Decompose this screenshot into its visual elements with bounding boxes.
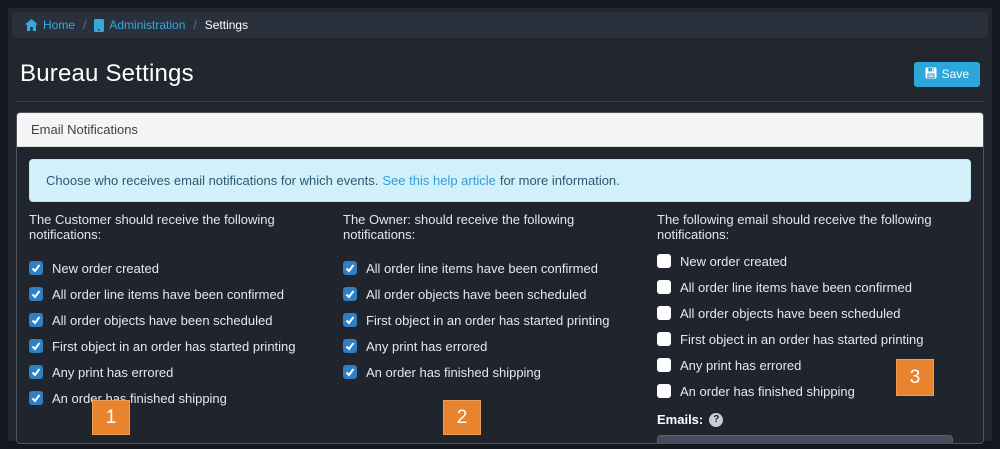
owner-checkbox-item[interactable]: An order has finished shipping (343, 359, 639, 385)
save-button-label: Save (941, 67, 969, 81)
page: Home / Administration / Settings Bureau … (0, 0, 1000, 449)
email-checkbox-item[interactable]: All order objects have been scheduled (657, 300, 953, 326)
breadcrumb: Home / Administration / Settings (12, 12, 988, 38)
checkbox-label: All order line items have been confirmed (52, 286, 284, 302)
owner-checkbox-item[interactable]: Any print has errored (343, 333, 639, 359)
title-row: Bureau Settings Save (20, 58, 980, 90)
panel-header: Email Notifications (17, 113, 983, 147)
email-notifications-column: The following email should receive the f… (657, 212, 971, 443)
checkbox-label: All order line items have been confirmed (366, 260, 598, 276)
checkbox-label: First object in an order has started pri… (52, 338, 296, 354)
panel-body: Choose who receives email notifications … (17, 147, 983, 443)
breadcrumb-home-label: Home (43, 18, 76, 32)
email-checkbox-item[interactable]: First object in an order has started pri… (657, 326, 953, 352)
help-icon[interactable]: ? (709, 412, 724, 427)
help-article-link[interactable]: See this help article (382, 173, 495, 188)
breadcrumb-administration-link[interactable]: Administration (94, 18, 185, 32)
checkbox-label: An order has finished shipping (366, 364, 541, 380)
checkbox[interactable] (657, 384, 671, 398)
home-icon (25, 19, 38, 31)
checkbox[interactable] (29, 391, 43, 405)
breadcrumb-separator: / (83, 18, 87, 32)
page-title: Bureau Settings (20, 60, 194, 87)
breadcrumb-home-link[interactable]: Home (25, 18, 75, 32)
checkbox-label: An order has finished shipping (680, 383, 855, 399)
checkbox[interactable] (29, 313, 43, 327)
checkbox[interactable] (343, 365, 357, 379)
email-column-header: The following email should receive the f… (657, 212, 932, 242)
email-checkbox-item[interactable]: New order created (657, 248, 953, 274)
divider (16, 101, 984, 102)
notification-columns: The Customer should receive the followin… (29, 212, 971, 443)
checkbox-label: An order has finished shipping (52, 390, 227, 406)
customer-checkbox-item[interactable]: An order has finished shipping (29, 385, 325, 411)
checkbox-label: All order objects have been scheduled (366, 286, 587, 302)
checkbox-label: All order objects have been scheduled (680, 305, 901, 321)
checkbox-label: Any print has errored (52, 364, 174, 380)
emails-input[interactable] (657, 435, 953, 443)
checkbox-label: All order objects have been scheduled (52, 312, 273, 328)
checkbox-label: New order created (52, 260, 159, 276)
annotation-badge-3: 3 (896, 359, 934, 396)
checkbox-label: New order created (680, 253, 787, 269)
annotation-badge-2: 2 (443, 400, 481, 435)
annotation-badge-1: 1 (92, 400, 130, 435)
checkbox[interactable] (29, 339, 43, 353)
checkbox-label: Any print has errored (366, 338, 488, 354)
save-icon (925, 67, 937, 82)
owner-checkbox-item[interactable]: First object in an order has started pri… (343, 307, 639, 333)
customer-checkbox-item[interactable]: Any print has errored (29, 359, 325, 385)
emails-label-row: Emails: ? (657, 412, 953, 427)
breadcrumb-administration-label: Administration (109, 18, 186, 32)
info-alert: Choose who receives email notifications … (29, 159, 971, 202)
save-button[interactable]: Save (913, 61, 980, 87)
info-alert-text: Choose who receives email notifications … (46, 173, 379, 188)
breadcrumb-separator: / (193, 18, 197, 32)
checkbox[interactable] (657, 358, 671, 372)
email-notifications-panel: Email Notifications Choose who receives … (16, 112, 984, 444)
checkbox-label: Any print has errored (680, 357, 802, 373)
checkbox-label: First object in an order has started pri… (366, 312, 610, 328)
checkbox-label: First object in an order has started pri… (680, 331, 924, 347)
customer-checkbox-item[interactable]: All order objects have been scheduled (29, 307, 325, 333)
checkbox[interactable] (657, 254, 671, 268)
owner-checkbox-item[interactable]: All order line items have been confirmed (343, 255, 639, 281)
checkbox[interactable] (657, 280, 671, 294)
checkbox[interactable] (657, 332, 671, 346)
checkbox[interactable] (29, 365, 43, 379)
checkbox[interactable] (343, 339, 357, 353)
customer-column-header: The Customer should receive the followin… (29, 212, 275, 242)
checkbox[interactable] (343, 261, 357, 275)
tablet-icon (94, 18, 105, 32)
email-checkbox-item[interactable]: All order line items have been confirmed (657, 274, 953, 300)
customer-checkbox-item[interactable]: First object in an order has started pri… (29, 333, 325, 359)
customer-notifications-column: The Customer should receive the followin… (29, 212, 343, 443)
customer-checkbox-item[interactable]: New order created (29, 255, 325, 281)
owner-notifications-column: The Owner: should receive the following … (343, 212, 657, 443)
checkbox[interactable] (343, 287, 357, 301)
checkbox[interactable] (29, 261, 43, 275)
owner-column-header: The Owner: should receive the following … (343, 212, 575, 242)
owner-checkbox-item[interactable]: All order objects have been scheduled (343, 281, 639, 307)
content-area: Home / Administration / Settings Bureau … (8, 8, 992, 444)
info-alert-text-after: for more information. (499, 173, 620, 188)
checkbox[interactable] (343, 313, 357, 327)
checkbox-label: All order line items have been confirmed (680, 279, 912, 295)
emails-label: Emails: (657, 412, 704, 427)
breadcrumb-current-page: Settings (204, 18, 249, 32)
customer-checkbox-item[interactable]: All order line items have been confirmed (29, 281, 325, 307)
checkbox[interactable] (657, 306, 671, 320)
checkbox[interactable] (29, 287, 43, 301)
